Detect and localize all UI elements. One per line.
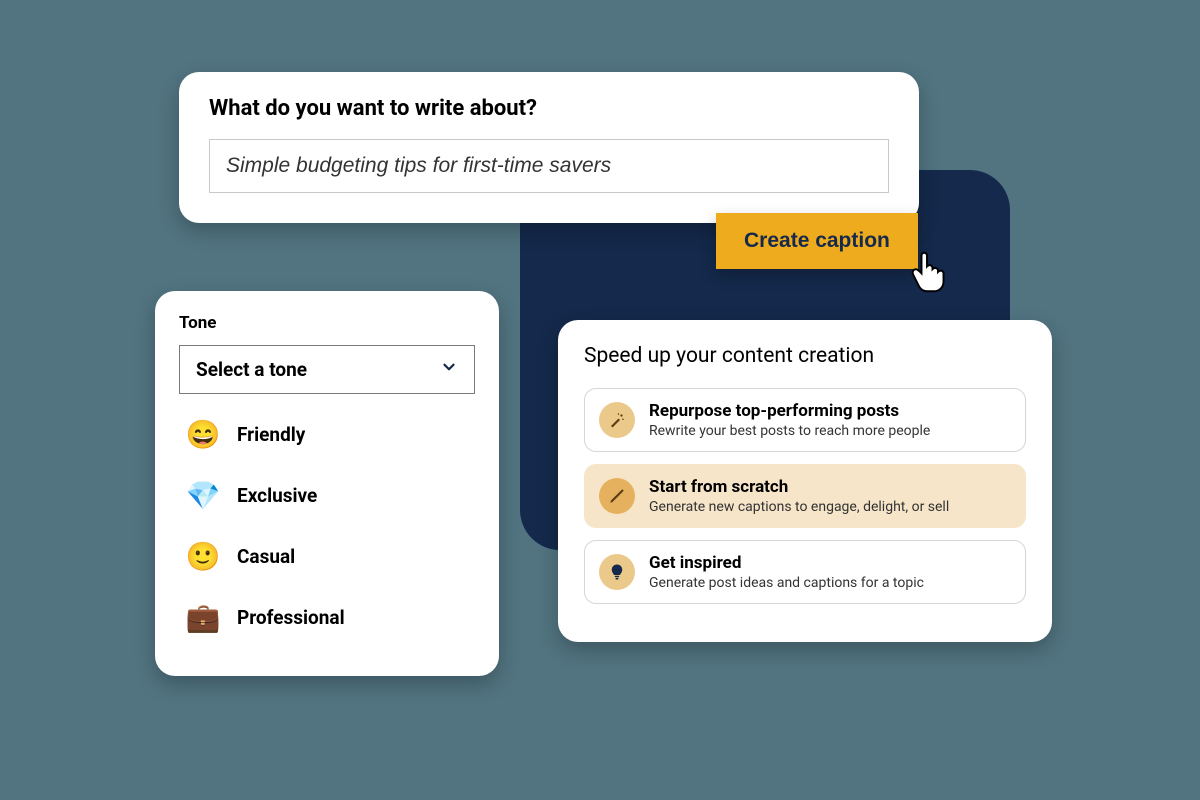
prompt-card: What do you want to write about? bbox=[179, 72, 919, 223]
diamond-emoji-icon: 💎 bbox=[185, 479, 221, 512]
chevron-down-icon bbox=[440, 358, 458, 381]
action-title: Get inspired bbox=[649, 553, 924, 573]
lightbulb-icon bbox=[599, 554, 635, 590]
tone-select-placeholder: Select a tone bbox=[196, 358, 307, 381]
action-subtitle: Rewrite your best posts to reach more pe… bbox=[649, 423, 930, 439]
action-repurpose-posts[interactable]: Repurpose top-performing posts Rewrite y… bbox=[584, 388, 1026, 452]
tone-option-friendly[interactable]: 😄 Friendly bbox=[179, 404, 475, 465]
tone-option-casual[interactable]: 🙂 Casual bbox=[179, 526, 475, 587]
action-title: Start from scratch bbox=[649, 477, 949, 497]
tone-option-exclusive[interactable]: 💎 Exclusive bbox=[179, 465, 475, 526]
tone-card: Tone Select a tone 😄 Friendly 💎 Exclusiv… bbox=[155, 291, 499, 676]
action-start-from-scratch[interactable]: Start from scratch Generate new captions… bbox=[584, 464, 1026, 528]
tone-select[interactable]: Select a tone bbox=[179, 345, 475, 394]
briefcase-emoji-icon: 💼 bbox=[185, 601, 221, 634]
tone-option-label: Casual bbox=[237, 545, 295, 568]
content-heading: Speed up your content creation bbox=[584, 344, 1026, 368]
smile-emoji-icon: 😄 bbox=[185, 418, 221, 451]
tone-option-professional[interactable]: 💼 Professional bbox=[179, 587, 475, 648]
action-subtitle: Generate new captions to engage, delight… bbox=[649, 499, 949, 515]
tone-label: Tone bbox=[179, 313, 475, 333]
action-title: Repurpose top-performing posts bbox=[649, 401, 930, 421]
action-get-inspired[interactable]: Get inspired Generate post ideas and cap… bbox=[584, 540, 1026, 604]
prompt-heading: What do you want to write about? bbox=[209, 96, 889, 121]
create-caption-button[interactable]: Create caption bbox=[716, 213, 918, 269]
content-creation-card: Speed up your content creation Repurpose… bbox=[558, 320, 1052, 642]
action-subtitle: Generate post ideas and captions for a t… bbox=[649, 575, 924, 591]
magic-wand-icon bbox=[599, 402, 635, 438]
tone-option-label: Friendly bbox=[237, 423, 305, 446]
pencil-icon bbox=[599, 478, 635, 514]
tone-option-label: Exclusive bbox=[237, 484, 317, 507]
tone-option-label: Professional bbox=[237, 606, 345, 629]
prompt-input[interactable] bbox=[209, 139, 889, 193]
slight-smile-emoji-icon: 🙂 bbox=[185, 540, 221, 573]
